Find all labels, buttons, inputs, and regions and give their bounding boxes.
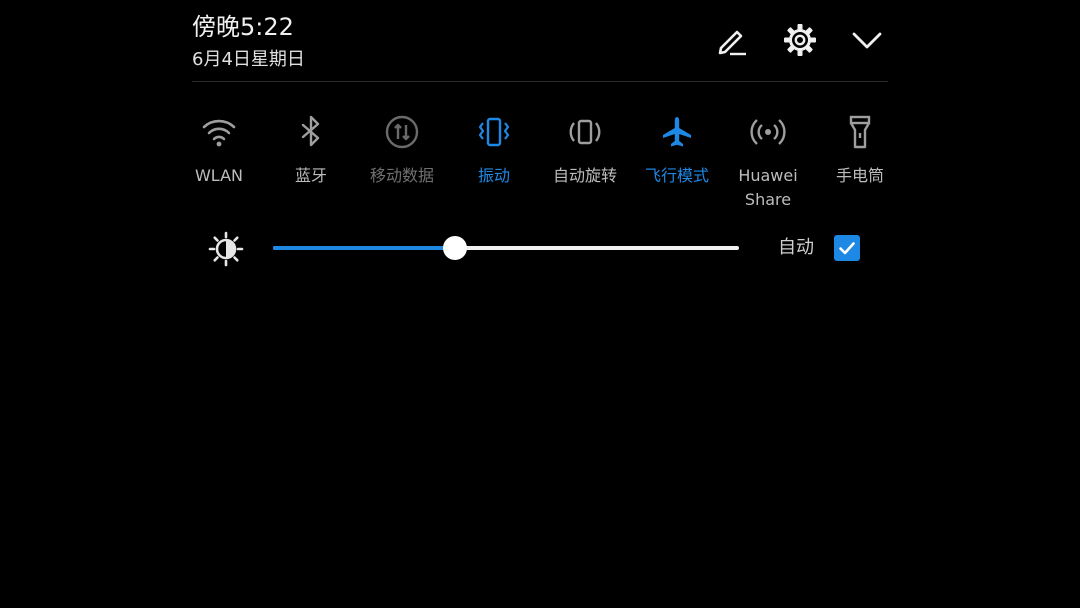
tile-label: 蓝牙 bbox=[294, 166, 327, 185]
tile-vibrate[interactable]: 振动 bbox=[449, 108, 539, 218]
collapse-button[interactable] bbox=[847, 20, 887, 60]
airplane-icon bbox=[659, 114, 695, 150]
tile-label: 飞行模式 bbox=[644, 166, 709, 185]
panel-header: 傍晚5:22 6月4日星期日 bbox=[192, 0, 888, 82]
edit-button[interactable] bbox=[712, 20, 752, 60]
clock-date: 6月4日星期日 bbox=[192, 49, 305, 70]
tile-airplane-mode[interactable]: 飞行模式 bbox=[632, 108, 722, 218]
tile-flashlight[interactable]: 手电筒 bbox=[815, 108, 905, 218]
tile-mobile-data[interactable]: 移动数据 bbox=[357, 108, 447, 218]
tile-label: 自动旋转 bbox=[552, 166, 617, 185]
tile-wlan[interactable]: WLAN bbox=[174, 108, 264, 218]
huawei-share-icon bbox=[750, 114, 786, 150]
settings-button[interactable] bbox=[780, 20, 820, 60]
vibrate-icon bbox=[476, 114, 512, 150]
gear-icon bbox=[784, 24, 816, 56]
slider-thumb[interactable] bbox=[443, 236, 467, 260]
chevron-down-icon bbox=[852, 32, 882, 49]
clock-time: 傍晚5:22 bbox=[192, 13, 294, 41]
quick-settings-grid: WLAN 蓝牙 移动数据 振动 自动旋转 飞行模式 Huawei Share 手… bbox=[192, 108, 888, 218]
auto-brightness-label: 自动 bbox=[778, 237, 814, 258]
tile-label: Huawei Share bbox=[738, 166, 798, 209]
brightness-icon bbox=[208, 231, 244, 267]
notification-panel: 傍晚5:22 6月4日星期日 WLAN 蓝牙 移动数据 振动 自动旋转 飞行模式… bbox=[192, 0, 888, 290]
brightness-slider[interactable] bbox=[273, 232, 739, 264]
pencil-icon bbox=[718, 30, 746, 56]
checkmark-icon bbox=[839, 242, 855, 255]
tile-label: 移动数据 bbox=[369, 166, 434, 185]
brightness-row: 自动 bbox=[192, 226, 888, 270]
tile-label: 振动 bbox=[477, 166, 510, 185]
bluetooth-icon bbox=[293, 114, 329, 150]
wifi-icon bbox=[201, 114, 237, 150]
tile-huawei-share[interactable]: Huawei Share bbox=[723, 108, 813, 218]
mobile-data-icon bbox=[384, 114, 420, 150]
tile-label: WLAN bbox=[194, 166, 243, 185]
tile-bluetooth[interactable]: 蓝牙 bbox=[266, 108, 356, 218]
flashlight-icon bbox=[842, 114, 878, 150]
slider-fill bbox=[273, 246, 455, 250]
auto-rotate-icon bbox=[567, 114, 603, 150]
tile-auto-rotate[interactable]: 自动旋转 bbox=[540, 108, 630, 218]
tile-label: 手电筒 bbox=[835, 166, 884, 185]
auto-brightness-checkbox[interactable] bbox=[834, 235, 860, 261]
